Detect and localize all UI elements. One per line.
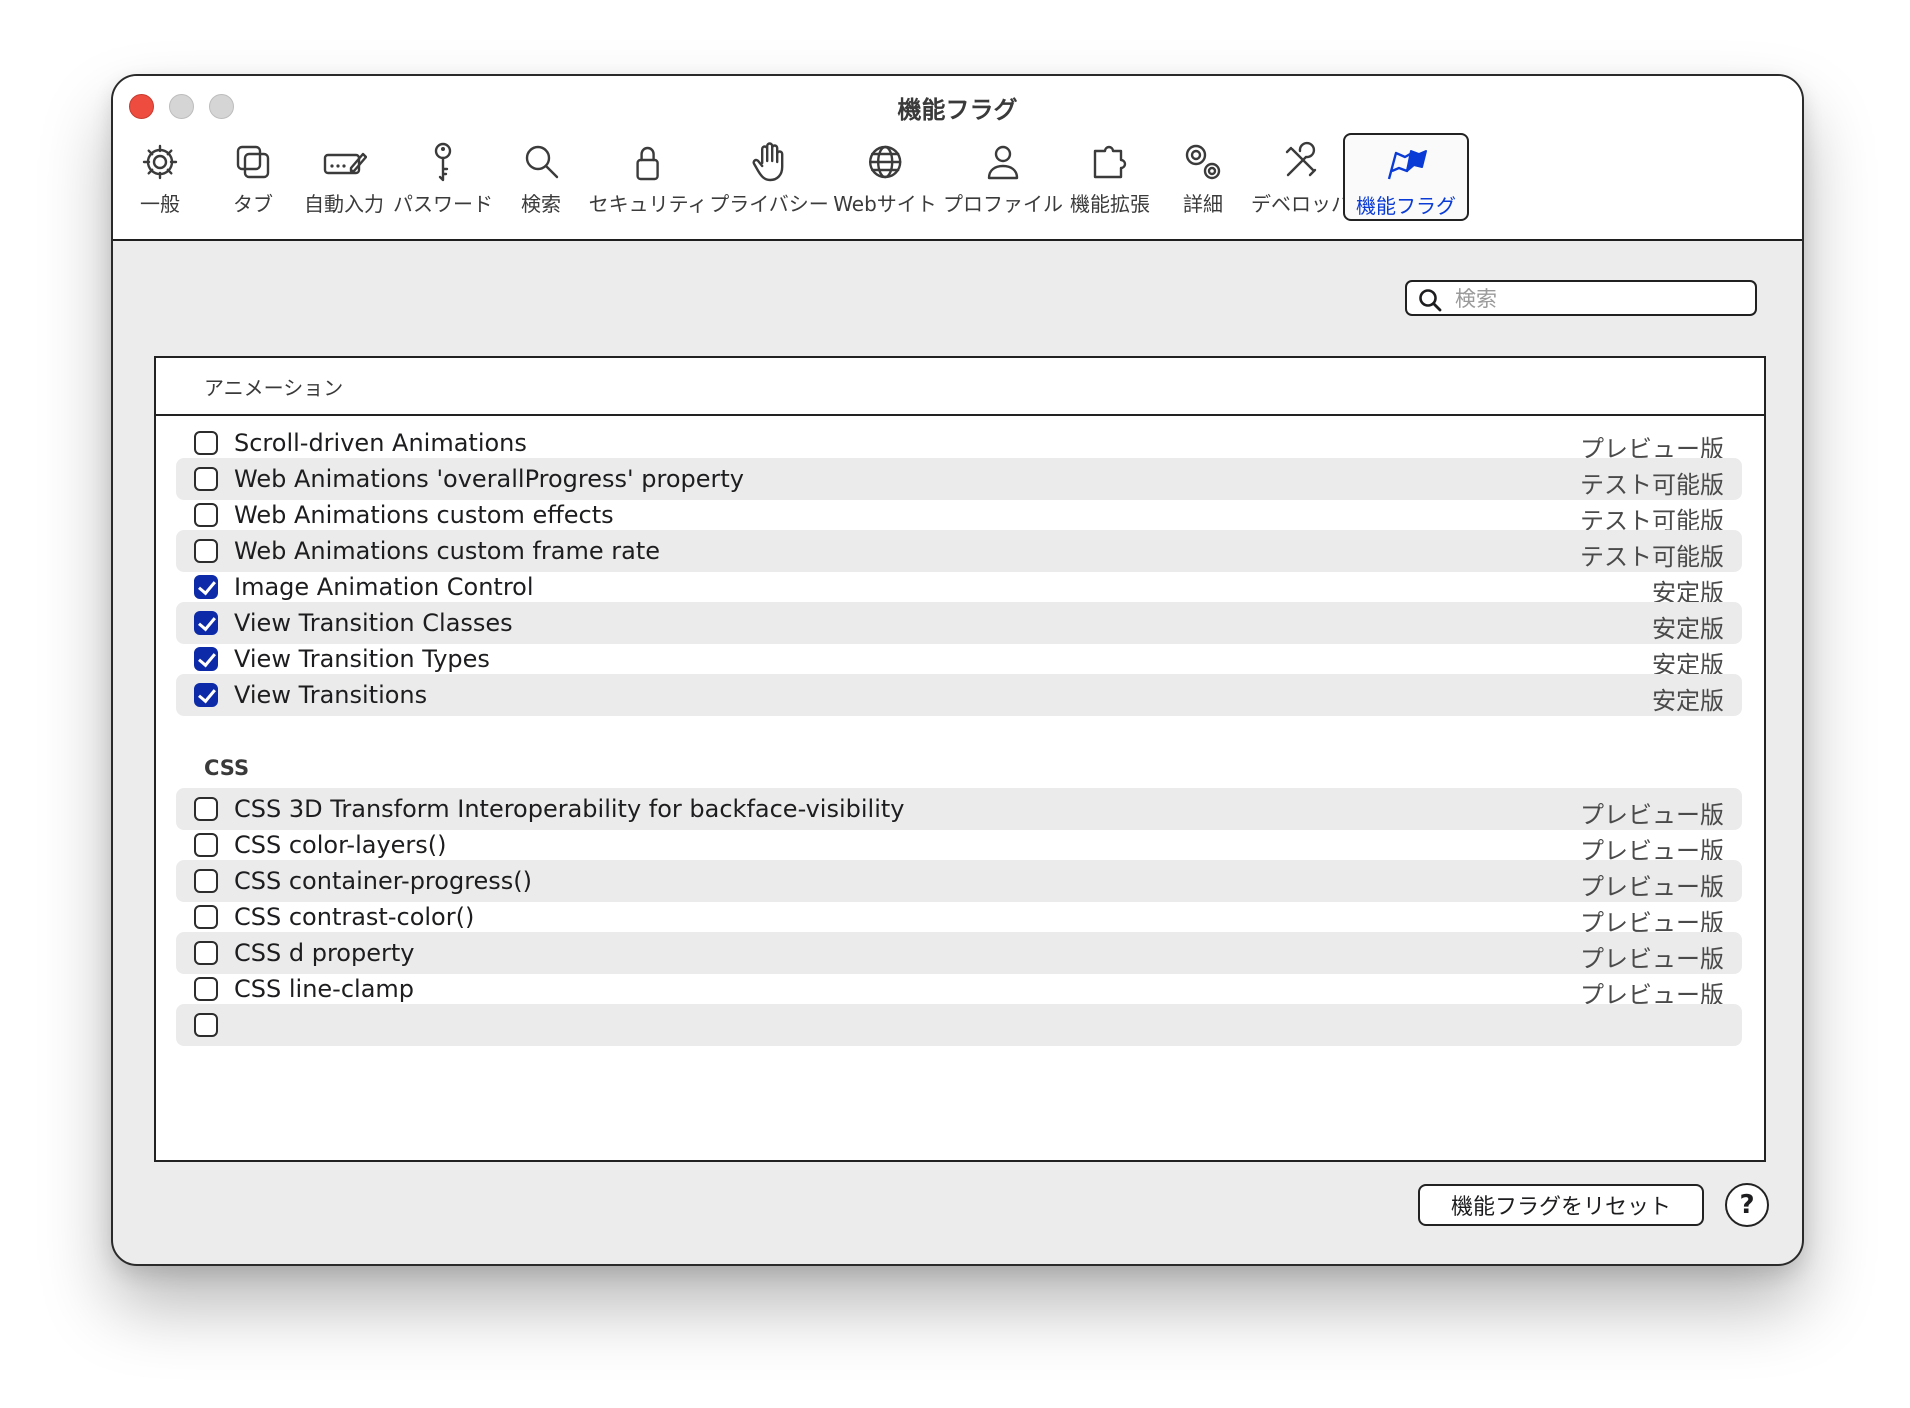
toolbar: 機能フラグ 一般 タブ 自動入力 パスワード 検索 セキュリティ プライバシー Webサイトプ… [113,76,1802,241]
search-icon [1419,289,1442,312]
feature-flag-checkbox[interactable] [194,467,218,491]
feature-flag-name: CSS contrast-color() [234,903,475,931]
feature-flag-name: CSS d property [234,939,415,967]
toolbar-tab-label: 詳細 [1183,192,1223,216]
section-header: アニメーション [156,358,1764,416]
feature-flag-name: CSS line-clamp [234,975,415,1003]
tools-icon [1276,137,1326,187]
toolbar-tab-label: パスワード [393,192,493,216]
person-icon [978,137,1028,187]
feature-flag-row[interactable] [176,1004,1742,1046]
feature-flag-row[interactable]: View Transitions 安定版 [176,674,1742,716]
feature-flag-name: View Transition Classes [234,609,513,637]
feature-flag-checkbox[interactable] [194,611,218,635]
hand-icon [744,137,794,187]
toolbar-tab[interactable]: タブ [228,133,278,221]
feature-flag-checkbox[interactable] [194,905,218,929]
tabs-icon [228,137,278,187]
toolbar-tab[interactable]: プロファイル [943,133,1063,221]
toolbar-tab[interactable]: 機能フラグ [1343,133,1469,221]
section-title: CSS [204,756,250,780]
globe-icon [860,137,910,187]
toolbar-tab-label: 一般 [140,192,180,216]
toolbar-tab-label: デベロッパ [1251,192,1351,216]
feature-flag-name: Scroll-driven Animations [234,429,527,457]
search-icon [516,137,566,187]
feature-flag-name: CSS container-progress() [234,867,533,895]
feature-flag-checkbox[interactable] [194,1013,218,1037]
toolbar-tab-label: タブ [233,192,273,216]
help-button[interactable]: ? [1725,1183,1769,1227]
toolbar-tab[interactable]: 自動入力 [304,133,384,221]
feature-flag-name: CSS color-layers() [234,831,447,859]
preferences-window: 機能フラグ 一般 タブ 自動入力 パスワード 検索 セキュリティ プライバシー Webサイトプ… [111,74,1804,1266]
toolbar-tab-label: 機能フラグ [1356,194,1456,218]
toolbar-tab-label: プライバシー [709,192,829,216]
feature-flag-checkbox[interactable] [194,797,218,821]
feature-flag-checkbox[interactable] [194,977,218,1001]
feature-flag-checkbox[interactable] [194,869,218,893]
toolbar-tab[interactable]: パスワード [393,133,493,221]
feature-flag-checkbox[interactable] [194,503,218,527]
toolbar-tab-label: 検索 [521,192,561,216]
key-icon [418,137,468,187]
toolbar-tab[interactable]: 検索 [516,133,566,221]
puzzle-icon [1085,137,1135,187]
gear-icon [135,137,185,187]
feature-flag-name: Web Animations custom frame rate [234,537,660,565]
toolbar-tab-label: Webサイト [833,192,937,216]
gears-icon [1178,137,1228,187]
feature-flags-list[interactable]: アニメーション Scroll-driven Animations プレビュー版 We… [154,356,1766,1162]
feature-flag-name: Image Animation Control [234,573,534,601]
toolbar-tab-label: セキュリティ [588,192,708,216]
window-title: 機能フラグ [897,96,1018,124]
toolbar-tab[interactable]: 一般 [135,133,185,221]
toolbar-tab[interactable]: プライバシー [709,133,829,221]
toolbar-tab-label: プロファイル [943,192,1063,216]
feature-flag-name: CSS 3D Transform Interoperability for ba… [234,795,905,823]
toolbar-tab-label: 自動入力 [304,192,384,216]
toolbar-tab[interactable]: デベロッパ [1251,133,1351,221]
feature-flag-checkbox[interactable] [194,833,218,857]
toolbar-tab[interactable]: セキュリティ [588,133,708,221]
feature-flag-checkbox[interactable] [194,575,218,599]
search-field[interactable] [1405,280,1757,316]
feature-flag-name: View Transition Types [234,645,490,673]
feature-flag-status: 安定版 [1652,687,1724,715]
toolbar-tab[interactable]: Webサイト [833,133,937,221]
flags-icon [1381,139,1431,189]
toolbar-tab[interactable]: 詳細 [1178,133,1228,221]
feature-flag-checkbox[interactable] [194,683,218,707]
toolbar-tab-label: 機能拡張 [1070,192,1150,216]
feature-flag-checkbox[interactable] [194,941,218,965]
lock-icon [623,137,673,187]
autofill-icon [319,137,369,187]
search-input[interactable] [1453,284,1747,314]
toolbar-tab[interactable]: 機能拡張 [1070,133,1150,221]
feature-flag-checkbox[interactable] [194,539,218,563]
reset-feature-flags-button[interactable]: 機能フラグをリセット [1418,1184,1704,1226]
feature-flag-checkbox[interactable] [194,647,218,671]
feature-flag-checkbox[interactable] [194,431,218,455]
feature-flag-name: Web Animations custom effects [234,501,614,529]
section-title: アニメーション [204,376,344,400]
feature-flag-name: Web Animations 'overallProgress' propert… [234,465,744,493]
feature-flag-name: View Transitions [234,681,428,709]
